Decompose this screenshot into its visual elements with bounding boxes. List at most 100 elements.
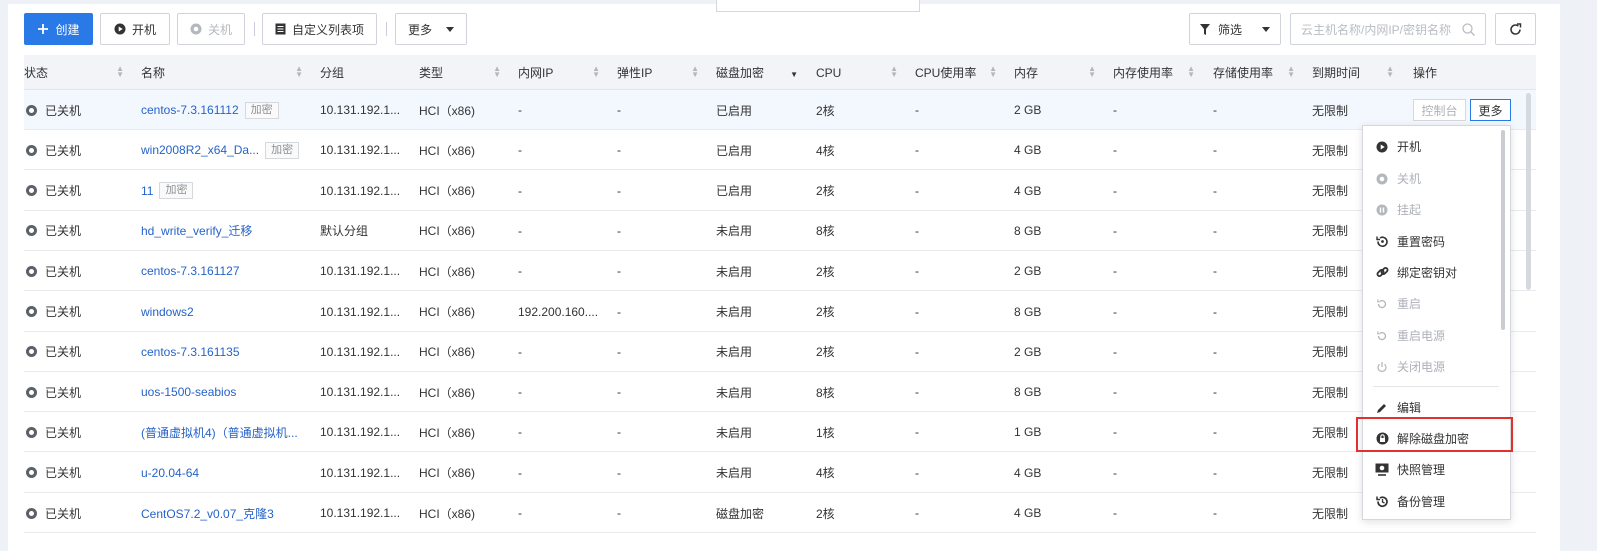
menu-item-power-off-circle[interactable]: 关机 xyxy=(1363,163,1510,194)
cell-memory-usage: - xyxy=(1113,344,1117,359)
search-input[interactable]: 云主机名称/内网IP/密钥名称 xyxy=(1290,13,1486,45)
sort-icon[interactable]: ▲ ▼ xyxy=(1187,65,1195,79)
sort-icon[interactable]: ▲ ▼ xyxy=(493,65,501,79)
instance-name-link[interactable]: centos-7.3.161127 xyxy=(141,264,240,278)
create-button[interactable]: 创建 xyxy=(24,13,93,45)
col-header-private-ip[interactable]: 内网IP ▲ ▼ xyxy=(518,55,608,90)
cell-name[interactable]: CentOS7.2_v0.07_克隆3 xyxy=(141,493,313,533)
more-actions-menu: 开机 关机 挂起 重置密码 绑定密钥对 重启 重启电源 关闭电源 编辑 解除磁盘加密 快照管理 备份管… xyxy=(1362,125,1511,520)
menu-item-play-circle[interactable]: 开机 xyxy=(1363,131,1510,162)
menu-item-backup[interactable]: 备份管理 xyxy=(1363,486,1510,517)
cell-name[interactable]: centos-7.3.161127 xyxy=(141,251,313,291)
sort-icon[interactable]: ▲ ▼ xyxy=(116,65,124,79)
table-row[interactable]: 已关机 centos-7.3.161135 10.131.192.1... HCI（x… xyxy=(24,332,1536,372)
instance-name-link[interactable]: windows2 xyxy=(141,305,194,319)
cell-storage-usage: - xyxy=(1213,264,1217,279)
sort-icon[interactable]: ▲ ▼ xyxy=(1088,65,1096,79)
table-row[interactable]: 已关机 11 加密 10.131.192.1... HCI（x86) - - 已启用 2核 - 4 … xyxy=(24,171,1536,211)
cell-name[interactable]: (普通虚拟机4)（普通虚拟机... xyxy=(141,412,313,452)
col-header-memory[interactable]: 内存 ▲ ▼ xyxy=(1014,55,1104,90)
cell-name[interactable]: u-20.04-64 xyxy=(141,453,313,493)
power-on-button[interactable]: 开机 xyxy=(100,13,170,45)
instance-name-link[interactable]: centos-7.3.161135 xyxy=(141,345,240,359)
instance-name-link[interactable]: uos-1500-seabios xyxy=(141,385,236,399)
instance-name-link[interactable]: win2008R2_x64_Da... xyxy=(141,143,259,157)
cell-name[interactable]: centos-7.3.161135 xyxy=(141,332,313,372)
cell-name[interactable]: windows2 xyxy=(141,292,313,332)
cell-storage-usage: - xyxy=(1213,304,1217,319)
cell-name[interactable]: centos-7.3.161112 加密 xyxy=(141,90,313,130)
table-row[interactable]: 已关机 windows2 10.131.192.1... HCI（x86) 192.20… xyxy=(24,292,1536,332)
sort-icon[interactable]: ▲ ▼ xyxy=(691,65,699,79)
col-label: 磁盘加密 xyxy=(716,66,765,80)
col-header-storage-usage[interactable]: 存储使用率 ▲ ▼ xyxy=(1213,55,1303,90)
cell-name[interactable]: uos-1500-seabios xyxy=(141,372,313,412)
status-label: 已关机 xyxy=(45,345,82,360)
cell-name[interactable]: 11 加密 xyxy=(141,171,313,211)
cell-storage-usage: - xyxy=(1213,183,1217,198)
table-row[interactable]: 已关机 uos-1500-seabios 10.131.192.1... HCI（x8… xyxy=(24,372,1536,413)
refresh-button[interactable] xyxy=(1495,13,1536,45)
cell-memory-usage: - xyxy=(1113,223,1117,238)
sort-icon[interactable]: ▲ ▼ xyxy=(890,65,898,79)
menu-item-restart-power[interactable]: 重启电源 xyxy=(1363,320,1510,351)
sort-icon[interactable]: ▲ ▼ xyxy=(989,65,997,79)
col-header-memory-usage[interactable]: 内存使用率 ▲ ▼ xyxy=(1113,55,1203,90)
instance-name-link[interactable]: hd_write_verify_迁移 xyxy=(141,222,252,239)
cell-name[interactable]: win2008R2_x64_Da... 加密 xyxy=(141,130,313,170)
status-label: 已关机 xyxy=(45,143,82,158)
col-header-type[interactable]: 类型 ▲ ▼ xyxy=(419,55,509,90)
cell-memory: 2 GB xyxy=(1014,344,1042,359)
cell-elastic-ip: - xyxy=(617,304,621,319)
col-header-disk-encryption[interactable]: 磁盘加密 ▼ xyxy=(716,55,806,90)
menu-item-snapshot[interactable]: 快照管理 xyxy=(1363,454,1510,485)
row-more-button[interactable]: 更多 xyxy=(1470,99,1511,121)
filter-button[interactable]: 筛选 xyxy=(1189,13,1281,45)
sort-icon[interactable]: ▲ ▼ xyxy=(1287,65,1295,79)
instance-name-link[interactable]: centos-7.3.161112 xyxy=(141,103,239,117)
stopped-status-icon xyxy=(26,265,37,277)
sort-icon[interactable]: ▼ xyxy=(790,66,798,79)
table-row[interactable]: 已关机 (普通虚拟机4)（普通虚拟机... 10.131.192.1... HCI（x… xyxy=(24,412,1536,453)
cell-name[interactable]: hd_write_verify_迁移 xyxy=(141,211,313,251)
status-label: 已关机 xyxy=(45,224,82,239)
col-header-cpu[interactable]: CPU ▲ ▼ xyxy=(816,55,906,90)
cell-type: HCI（x86) xyxy=(419,385,476,400)
col-header-elastic-ip[interactable]: 弹性IP ▲ ▼ xyxy=(617,55,707,90)
col-header-cpu-usage[interactable]: CPU使用率 ▲ ▼ xyxy=(915,55,1005,90)
stopped-status-icon xyxy=(26,306,37,317)
col-header-name[interactable]: 名称 ▲ ▼ xyxy=(141,55,311,90)
sort-icon[interactable]: ▲ ▼ xyxy=(592,65,600,79)
sort-icon[interactable]: ▲ ▼ xyxy=(1386,65,1394,79)
instance-name-link[interactable]: CentOS7.2_v0.07_克隆3 xyxy=(141,505,274,522)
table-row[interactable]: 已关机 centos-7.3.161112 加密 10.131.192.1... HCI… xyxy=(24,90,1536,130)
menu-item-power[interactable]: 关闭电源 xyxy=(1363,351,1510,382)
col-header-group[interactable]: 分组 xyxy=(320,55,410,90)
table-row[interactable]: 已关机 win2008R2_x64_Da... 加密 10.131.192.1... H… xyxy=(24,130,1536,171)
power-off-button[interactable]: 关机 xyxy=(177,13,245,45)
cell-private-ip: - xyxy=(518,183,522,198)
col-header-expire[interactable]: 到期时间 ▲ ▼ xyxy=(1312,55,1402,90)
menu-item-key-link[interactable]: 绑定密钥对 xyxy=(1363,257,1510,288)
menu-item-restart[interactable]: 重启 xyxy=(1363,288,1510,319)
table-row[interactable]: 已关机 hd_write_verify_迁移 默认分组 HCI（x86) - - 未启用 8核… xyxy=(24,211,1536,251)
cell-expire: 无限制 xyxy=(1312,103,1349,118)
sort-icon[interactable]: ▲ ▼ xyxy=(295,65,303,79)
cell-memory: 8 GB xyxy=(1014,304,1042,319)
custom-columns-button[interactable]: 自定义列表项 xyxy=(262,13,377,45)
table-row[interactable]: 已关机 centos-7.3.161127 10.131.192.1... HCI（x… xyxy=(24,251,1536,292)
more-dropdown[interactable]: 更多 xyxy=(395,13,467,45)
instance-name-link[interactable]: u-20.04-64 xyxy=(141,466,199,480)
table-scrollbar[interactable] xyxy=(1526,93,1531,290)
table-row[interactable]: 已关机 CentOS7.2_v0.07_克隆3 10.131.192.1... HCI… xyxy=(24,493,1536,533)
console-button[interactable]: 控制台 xyxy=(1413,99,1466,121)
instance-name-link[interactable]: 11 xyxy=(141,184,153,198)
table-row[interactable]: 已关机 u-20.04-64 10.131.192.1... HCI（x86) - - 未启… xyxy=(24,453,1536,493)
col-header-status[interactable]: 状态 ▲ ▼ xyxy=(24,55,132,90)
menu-item-reset-password[interactable]: 重置密码 xyxy=(1363,226,1510,257)
search-icon[interactable] xyxy=(1462,22,1475,36)
instance-name-link[interactable]: (普通虚拟机4)（普通虚拟机... xyxy=(141,424,298,441)
menu-item-pause-circle[interactable]: 挂起 xyxy=(1363,194,1510,225)
cell-disk-encryption: 磁盘加密 xyxy=(716,506,765,521)
cell-cpu-usage: - xyxy=(915,344,919,359)
